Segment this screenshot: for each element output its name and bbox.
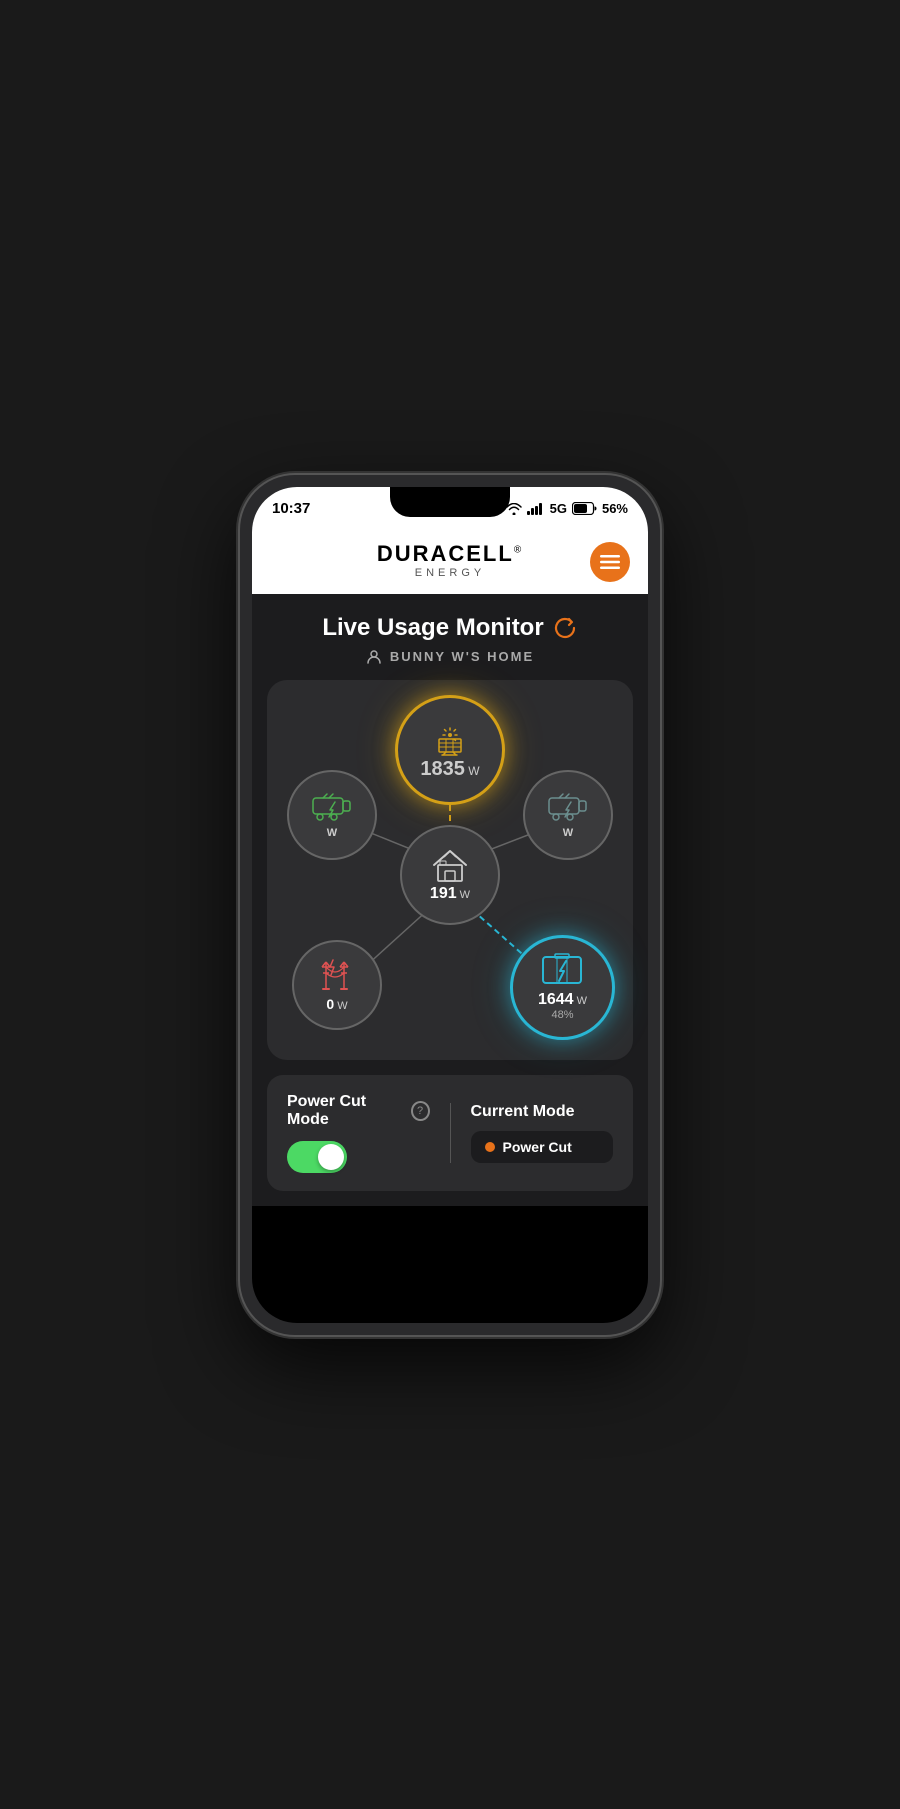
hamburger-icon — [600, 552, 620, 572]
status-bar: 10:37 5G — [252, 487, 648, 531]
power-cut-label-row: Power Cut Mode ? — [287, 1093, 430, 1129]
battery-storage-icon — [541, 953, 585, 989]
home-label-row: BUNNY W'S HOME — [267, 649, 633, 665]
app-logo: DURACELL® ENERGY — [377, 541, 523, 579]
network-label: 5G — [550, 501, 567, 516]
phone-frame: 10:37 5G — [240, 475, 660, 1335]
page-title: Live Usage Monitor — [322, 614, 543, 642]
power-cut-label: Power Cut Mode — [287, 1093, 403, 1129]
user-icon — [366, 649, 382, 665]
battery-node[interactable]: 1644 W 48% — [510, 935, 615, 1040]
battery-label: 56% — [602, 501, 628, 516]
status-time: 10:37 — [272, 500, 310, 517]
main-content: Live Usage Monitor BUNNY W'S HOME — [252, 594, 648, 1206]
app-header: DURACELL® ENERGY — [252, 531, 648, 594]
ev-left-node[interactable]: W — [287, 770, 377, 860]
mode-badge: Power Cut — [471, 1131, 614, 1163]
ev-left-value: W — [327, 824, 337, 839]
battery-icon — [572, 502, 597, 515]
ev-right-icon — [547, 790, 589, 822]
status-icons: 5G 56% — [506, 501, 628, 516]
signal-icon — [527, 503, 545, 515]
page-title-row: Live Usage Monitor — [267, 614, 633, 642]
refresh-icon[interactable] — [552, 615, 578, 641]
energy-diagram: 1835 W W — [267, 680, 633, 1060]
solar-value: 1835 W — [420, 758, 479, 781]
grid-icon — [316, 957, 358, 995]
home-value: 191 W — [430, 885, 470, 903]
home-icon — [430, 847, 470, 883]
grid-value: 0 W — [326, 996, 347, 1012]
mode-dot — [485, 1142, 495, 1152]
home-node[interactable]: 191 W — [400, 825, 500, 925]
current-mode-label: Current Mode — [471, 1103, 614, 1121]
menu-button[interactable] — [590, 542, 630, 582]
ev-right-value: W — [563, 824, 573, 839]
power-cut-section: Power Cut Mode ? — [287, 1093, 430, 1173]
bottom-panel: Power Cut Mode ? Current Mode Power Cut — [267, 1075, 633, 1191]
brand-name: DURACELL® — [377, 541, 523, 567]
ev-left-icon — [311, 790, 353, 822]
panel-divider — [450, 1103, 451, 1163]
phone-screen: 10:37 5G — [252, 487, 648, 1323]
ev-right-node[interactable]: W — [523, 770, 613, 860]
brand-sub: ENERGY — [377, 567, 523, 579]
help-icon[interactable]: ? — [411, 1101, 430, 1121]
current-mode-section: Current Mode Power Cut — [471, 1103, 614, 1163]
toggle-knob — [318, 1144, 344, 1170]
mode-text: Power Cut — [503, 1139, 572, 1155]
solar-icon — [431, 718, 469, 756]
home-label: BUNNY W'S HOME — [390, 649, 534, 664]
power-cut-toggle[interactable] — [287, 1141, 347, 1173]
battery-percent: 48% — [551, 1009, 573, 1021]
battery-value: 1644 W — [538, 991, 587, 1009]
notch — [390, 487, 510, 517]
solar-node[interactable]: 1835 W — [395, 695, 505, 805]
grid-node[interactable]: 0 W — [292, 940, 382, 1030]
